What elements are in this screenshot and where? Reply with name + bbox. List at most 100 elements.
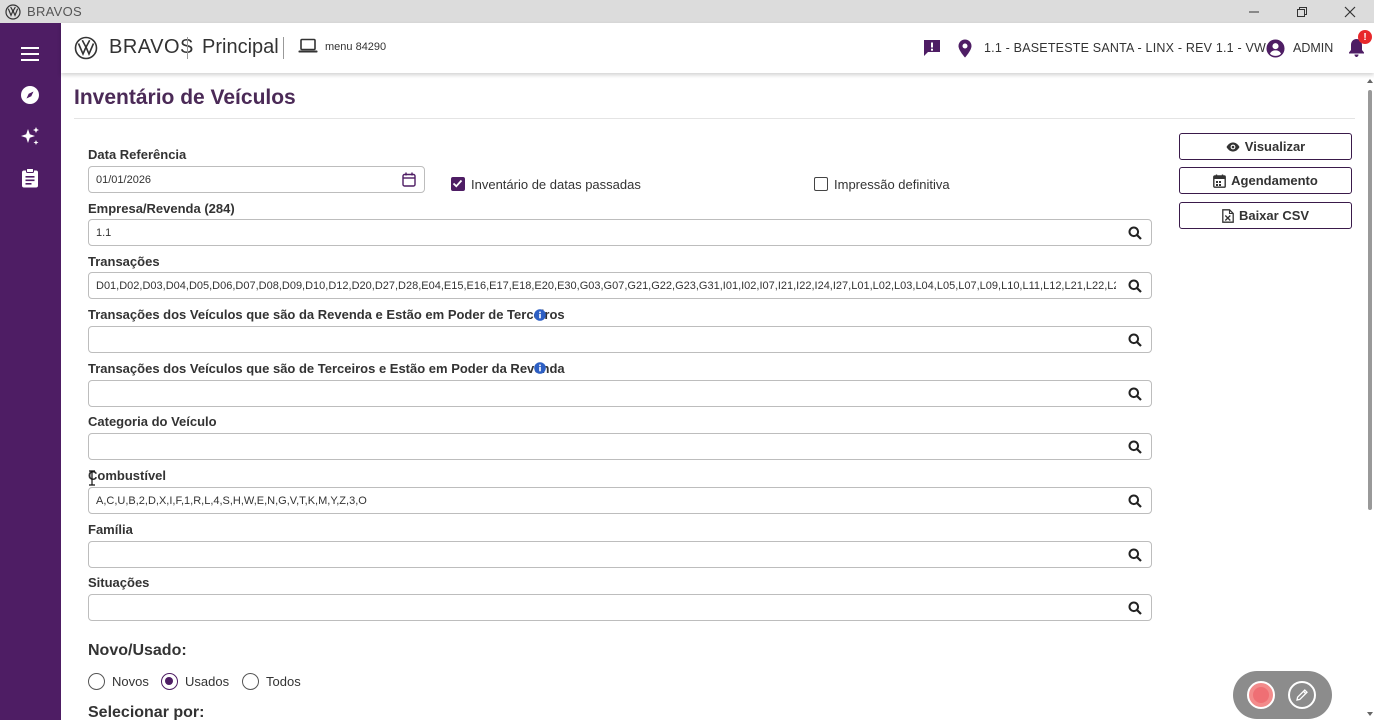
radio-usados-label[interactable]: Usados (185, 674, 229, 689)
transacoes-value: D01,D02,D03,D04,D05,D06,D07,D08,D09,D10,… (96, 280, 1116, 292)
app-header: BRAVOS Principal menu 84290 1.1 - BASETE… (61, 23, 1374, 73)
feedback-icon (924, 40, 940, 56)
pencil-icon (1296, 689, 1308, 701)
vw-logo-icon (5, 3, 21, 20)
menu-code: menu 84290 (325, 41, 387, 53)
impressao-definitiva-checkbox[interactable] (814, 177, 828, 191)
agendamento-button[interactable]: Agendamento (1179, 167, 1352, 194)
scrollbar-thumb[interactable] (1368, 90, 1372, 510)
combustivel-label: Combustível (88, 468, 167, 483)
impressao-definitiva-label[interactable]: Impressão definitiva (834, 177, 950, 192)
agendamento-label: Agendamento (1231, 173, 1318, 188)
vw-brand-logo-icon (74, 36, 98, 60)
minimize-button[interactable] (1230, 0, 1278, 23)
header-divider (283, 37, 284, 59)
inventario-datas-passadas-label[interactable]: Inventário de datas passadas (471, 177, 641, 192)
clipboard-button[interactable] (19, 167, 41, 189)
search-icon[interactable] (1128, 333, 1142, 347)
text-cursor-icon (89, 470, 95, 486)
restore-icon (1297, 6, 1307, 17)
visualizar-button[interactable]: Visualizar (1179, 133, 1352, 160)
novo-usado-title: Novo/Usado: (88, 642, 187, 659)
clipboard-icon (22, 168, 38, 188)
explore-button[interactable] (19, 84, 41, 106)
radio-usados[interactable] (161, 673, 178, 690)
transacoes-input[interactable]: D01,D02,D03,D04,D05,D06,D07,D08,D09,D10,… (88, 272, 1152, 299)
account-circle-icon (1266, 38, 1285, 58)
side-rail (0, 23, 61, 720)
file-csv-icon (1222, 208, 1234, 223)
notifications-button[interactable]: ! (1348, 23, 1372, 73)
radio-todos[interactable] (242, 673, 259, 690)
location-selector[interactable]: 1.1 - BASETESTE SANTA - LINX - REV 1.1 -… (958, 23, 1266, 73)
selecionar-por-title: Selecionar por: (88, 704, 205, 720)
search-icon[interactable] (1128, 494, 1142, 508)
inventario-datas-passadas-checkbox[interactable] (451, 177, 465, 191)
info-icon[interactable] (534, 309, 546, 321)
data-referencia-value: 01/01/2026 (96, 174, 152, 186)
user-menu[interactable]: ADMIN (1266, 23, 1333, 73)
transacoes-terceiros-revenda-input[interactable] (88, 380, 1152, 407)
empresa-value: 1.1 (96, 227, 112, 239)
familia-label: Família (88, 522, 133, 537)
close-icon (1344, 6, 1356, 17)
minimize-icon (1249, 11, 1259, 12)
messages-button[interactable] (922, 23, 942, 73)
window-titlebar: BRAVOS (0, 0, 1374, 23)
recording-widget (1233, 671, 1332, 719)
sparkles-icon (21, 127, 39, 145)
baixar-csv-label: Baixar CSV (1238, 208, 1310, 223)
notification-badge: ! (1358, 30, 1372, 44)
location-text: 1.1 - BASETESTE SANTA - LINX - REV 1.1 -… (984, 41, 1267, 55)
radio-novos[interactable] (88, 673, 105, 690)
scroll-up-arrow-icon[interactable] (1366, 77, 1374, 85)
visualizar-label: Visualizar (1244, 139, 1306, 154)
hamburger-menu-button[interactable] (19, 43, 41, 65)
edit-button[interactable] (1288, 681, 1316, 709)
familia-input[interactable] (88, 541, 1152, 568)
close-window-button[interactable] (1326, 0, 1374, 23)
title-divider (74, 118, 1355, 119)
search-icon[interactable] (1128, 548, 1142, 562)
situacoes-label: Situações (88, 575, 150, 590)
checkmark-icon (452, 179, 463, 188)
baixar-csv-button[interactable]: Baixar CSV (1179, 202, 1352, 229)
compass-icon (21, 86, 39, 104)
brand-name: BRAVOS (109, 36, 194, 58)
combustivel-input[interactable]: A,C,U,B,2,D,X,I,F,1,R,L,4,S,H,W,E,N,G,V,… (88, 487, 1152, 514)
header-divider (187, 37, 188, 59)
categoria-label: Categoria do Veículo (88, 414, 217, 429)
search-icon[interactable] (1128, 279, 1142, 293)
search-icon[interactable] (1128, 387, 1142, 401)
transacoes-terceiros-revenda-label: Transações dos Veículos que são de Terce… (88, 361, 565, 376)
page-title: Inventário de Veículos (74, 86, 296, 109)
transacoes-revenda-terceiros-label: Transações dos Veículos que são da Reven… (88, 307, 565, 322)
data-referencia-input[interactable]: 01/01/2026 (88, 166, 425, 193)
window-title: BRAVOS (27, 4, 83, 19)
radio-novos-label[interactable]: Novos (112, 674, 149, 689)
info-icon[interactable] (534, 362, 546, 374)
search-icon[interactable] (1128, 440, 1142, 454)
user-name: ADMIN (1293, 41, 1334, 55)
module-name: Principal (202, 36, 279, 58)
location-pin-icon (958, 39, 972, 57)
scroll-down-arrow-icon[interactable] (1366, 710, 1374, 718)
transacoes-label: Transações (88, 254, 160, 269)
ai-features-button[interactable] (19, 126, 41, 148)
search-icon[interactable] (1128, 601, 1142, 615)
calendar-schedule-icon (1213, 174, 1227, 188)
search-icon[interactable] (1128, 226, 1142, 240)
transacoes-revenda-terceiros-input[interactable] (88, 326, 1152, 353)
data-referencia-label: Data Referência (88, 147, 187, 162)
record-button[interactable] (1247, 681, 1275, 709)
combustivel-value: A,C,U,B,2,D,X,I,F,1,R,L,4,S,H,W,E,N,G,V,… (96, 495, 367, 507)
categoria-input[interactable] (88, 433, 1152, 460)
radio-todos-label[interactable]: Todos (266, 674, 301, 689)
laptop-icon (298, 38, 318, 53)
situacoes-input[interactable] (88, 594, 1152, 621)
empresa-label: Empresa/Revenda (284) (88, 201, 235, 216)
empresa-input[interactable]: 1.1 (88, 219, 1152, 246)
calendar-icon[interactable] (402, 172, 416, 187)
hamburger-icon (21, 47, 39, 61)
restore-button[interactable] (1278, 0, 1326, 23)
